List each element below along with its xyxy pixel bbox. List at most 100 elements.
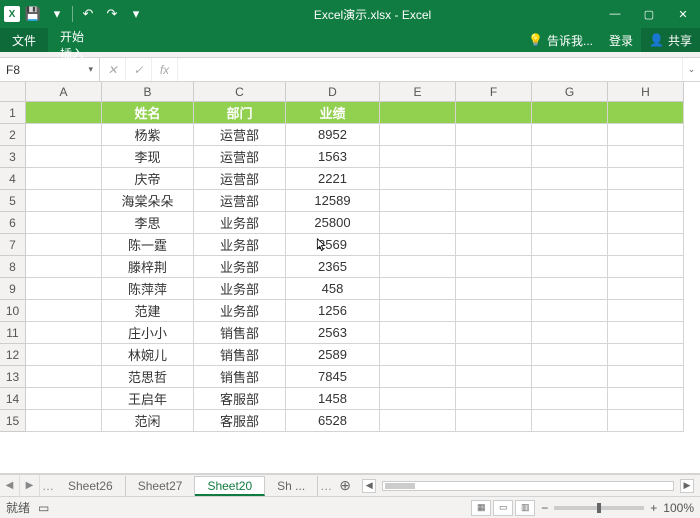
cell[interactable]: 庆帝 — [102, 168, 194, 190]
cell[interactable]: 客服部 — [194, 410, 286, 432]
cell[interactable]: 2589 — [286, 344, 380, 366]
cell[interactable] — [26, 124, 102, 146]
signin-button[interactable]: 登录 — [601, 28, 641, 52]
cell[interactable]: 客服部 — [194, 388, 286, 410]
cell[interactable]: 林婉儿 — [102, 344, 194, 366]
cell[interactable] — [26, 322, 102, 344]
sheet-nav-prev[interactable]: ◀ — [0, 475, 20, 496]
cell[interactable] — [380, 300, 456, 322]
cell[interactable] — [456, 322, 532, 344]
save-button[interactable]: 💾 — [22, 3, 44, 25]
cell[interactable]: 范建 — [102, 300, 194, 322]
worksheet-grid[interactable]: ABCDEFGH 123456789101112131415 姓名部门业绩杨紫运… — [0, 82, 700, 474]
cell[interactable] — [532, 124, 608, 146]
column-header-A[interactable]: A — [26, 82, 102, 102]
cell[interactable]: 销售部 — [194, 366, 286, 388]
formula-expand-button[interactable]: ⌄ — [682, 58, 700, 81]
cell[interactable]: 运营部 — [194, 190, 286, 212]
cell[interactable] — [380, 124, 456, 146]
cell[interactable]: 1256 — [286, 300, 380, 322]
cell[interactable]: 8952 — [286, 124, 380, 146]
cell[interactable] — [608, 300, 684, 322]
row-header-15[interactable]: 15 — [0, 410, 26, 432]
cell[interactable]: 范闲 — [102, 410, 194, 432]
cell[interactable] — [532, 366, 608, 388]
cell[interactable]: 滕梓荆 — [102, 256, 194, 278]
cell[interactable] — [608, 366, 684, 388]
hscroll-track[interactable] — [382, 481, 674, 491]
row-header-6[interactable]: 6 — [0, 212, 26, 234]
cell[interactable]: 12589 — [286, 190, 380, 212]
zoom-slider[interactable] — [554, 506, 644, 510]
row-header-7[interactable]: 7 — [0, 234, 26, 256]
cell[interactable]: 海棠朵朵 — [102, 190, 194, 212]
cell[interactable] — [608, 388, 684, 410]
cell[interactable]: 李思 — [102, 212, 194, 234]
cell[interactable] — [608, 234, 684, 256]
cell[interactable] — [532, 234, 608, 256]
cell[interactable] — [26, 190, 102, 212]
tab-file[interactable]: 文件 — [0, 28, 48, 52]
cell[interactable] — [26, 212, 102, 234]
sheet-tab-Sheet27[interactable]: Sheet27 — [126, 476, 196, 496]
horizontal-scrollbar[interactable]: ◀ ▶ — [356, 475, 700, 496]
sheet-tab-Sh ...[interactable]: Sh ... — [265, 476, 318, 496]
cell[interactable] — [380, 366, 456, 388]
cell[interactable] — [380, 256, 456, 278]
cell[interactable] — [26, 234, 102, 256]
row-header-1[interactable]: 1 — [0, 102, 26, 124]
minimize-button[interactable]: — — [598, 0, 632, 28]
select-all-corner[interactable] — [0, 82, 26, 102]
tell-me[interactable]: 💡 告诉我... — [520, 28, 601, 52]
cell[interactable]: 业务部 — [194, 212, 286, 234]
row-header-2[interactable]: 2 — [0, 124, 26, 146]
formula-input[interactable] — [178, 58, 682, 81]
cell[interactable] — [608, 190, 684, 212]
hscroll-right-icon[interactable]: ▶ — [680, 479, 694, 493]
share-button[interactable]: 👤 共享 — [641, 28, 700, 52]
column-header-D[interactable]: D — [286, 82, 380, 102]
cell[interactable] — [380, 190, 456, 212]
cell[interactable] — [380, 234, 456, 256]
cell[interactable]: 1458 — [286, 388, 380, 410]
sheet-tab-Sheet26[interactable]: Sheet26 — [56, 476, 126, 496]
maximize-button[interactable]: ▢ — [632, 0, 666, 28]
view-mode-button-0[interactable]: ▦ — [471, 500, 491, 516]
cell[interactable]: 杨紫 — [102, 124, 194, 146]
cell[interactable] — [26, 410, 102, 432]
cell[interactable]: 6528 — [286, 410, 380, 432]
cell[interactable]: 业务部 — [194, 256, 286, 278]
cell[interactable] — [26, 278, 102, 300]
qat-dropdown-1[interactable]: ▾ — [46, 3, 68, 25]
cell[interactable] — [456, 300, 532, 322]
cell[interactable]: 业绩 — [286, 102, 380, 124]
cell[interactable]: 458 — [286, 278, 380, 300]
cell[interactable]: 销售部 — [194, 344, 286, 366]
cell[interactable] — [26, 168, 102, 190]
qat-dropdown-2[interactable]: ▾ — [125, 3, 147, 25]
row-header-10[interactable]: 10 — [0, 300, 26, 322]
cell[interactable]: 2569 — [286, 234, 380, 256]
column-header-B[interactable]: B — [102, 82, 194, 102]
row-header-9[interactable]: 9 — [0, 278, 26, 300]
cell[interactable] — [456, 410, 532, 432]
row-header-12[interactable]: 12 — [0, 344, 26, 366]
cell[interactable]: 业务部 — [194, 300, 286, 322]
redo-button[interactable]: ↷ — [101, 3, 123, 25]
cell[interactable] — [532, 300, 608, 322]
cell[interactable] — [26, 344, 102, 366]
undo-button[interactable]: ↶ — [77, 3, 99, 25]
cell[interactable] — [26, 102, 102, 124]
cell[interactable] — [380, 278, 456, 300]
new-sheet-button[interactable]: ⊕ — [334, 475, 356, 496]
row-header-4[interactable]: 4 — [0, 168, 26, 190]
view-mode-button-2[interactable]: ▥ — [515, 500, 535, 516]
cells-area[interactable]: 姓名部门业绩杨紫运营部8952李现运营部1563庆帝运营部2221海棠朵朵运营部… — [26, 102, 684, 432]
cell[interactable]: 李现 — [102, 146, 194, 168]
cell[interactable] — [608, 146, 684, 168]
cell[interactable]: 25800 — [286, 212, 380, 234]
zoom-in-button[interactable]: + — [650, 501, 657, 515]
zoom-slider-thumb[interactable] — [597, 503, 601, 513]
cell[interactable] — [456, 344, 532, 366]
cell[interactable] — [380, 344, 456, 366]
